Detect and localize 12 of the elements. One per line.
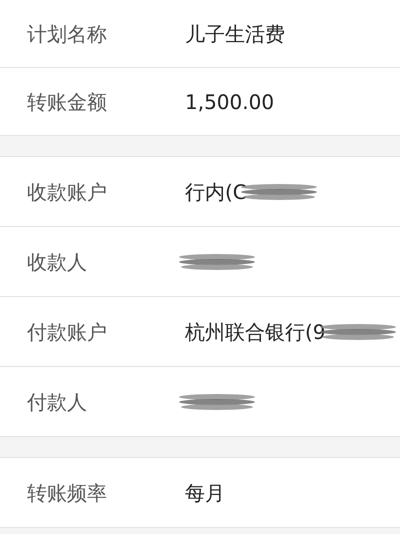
- field-label: 收款账户: [27, 178, 108, 206]
- field-value: 行内(C: [185, 178, 247, 206]
- field-value: 每月: [185, 480, 225, 506]
- field-value: 儿子生活费: [185, 20, 285, 48]
- field-label: 转账频率: [27, 480, 108, 506]
- field-label: 转账金额: [27, 88, 108, 116]
- field-value: 杭州联合银行(9: [185, 318, 326, 346]
- field-value: 1,500.00: [185, 88, 274, 116]
- field-label: 付款账户: [27, 318, 108, 346]
- field-label: 计划名称: [27, 20, 108, 48]
- field-label: 付款人: [27, 388, 88, 416]
- field-label: 收款人: [27, 248, 88, 276]
